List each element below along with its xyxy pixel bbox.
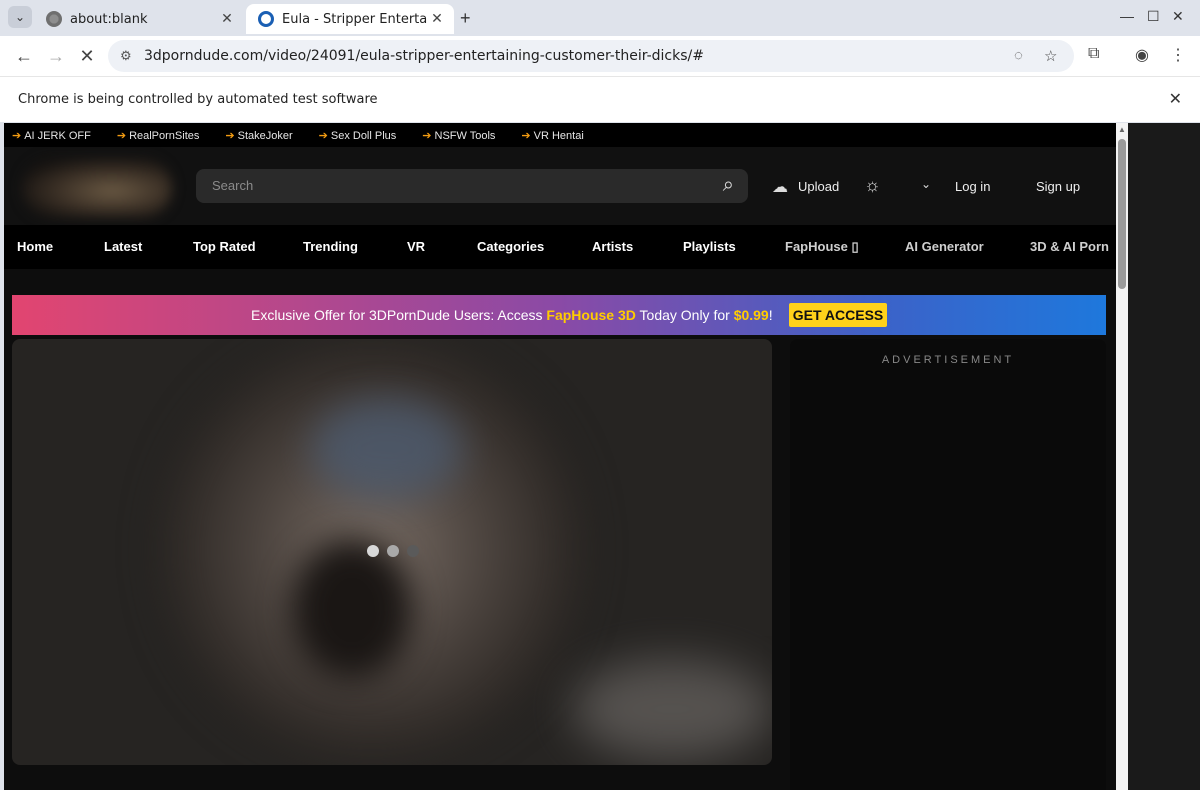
top-link[interactable]: ➔ RealPornSites (117, 129, 200, 142)
search-icon[interactable]: ⌕ (723, 174, 734, 197)
top-link[interactable]: ➔ AI JERK OFF (12, 129, 91, 142)
extensions-icon[interactable]: ⧉ (1088, 45, 1099, 63)
top-links-bar: ➔ AI JERK OFF ➔ RealPornSites ➔ StakeJoker … (4, 123, 1116, 147)
tab-search-button[interactable]: ⌄ (8, 6, 32, 28)
video-player[interactable] (12, 339, 772, 765)
arrow-icon: ➔ (318, 129, 328, 142)
close-tab-icon[interactable]: ✕ (428, 11, 446, 27)
nav-ai-generator[interactable]: AI Generator (905, 239, 984, 254)
arrow-icon: ➔ (422, 129, 432, 142)
site-logo[interactable] (22, 159, 172, 217)
promo-middle: Today Only for (635, 307, 734, 323)
loading-dot (387, 545, 399, 557)
site-info-icon[interactable]: ⚙ (120, 48, 132, 64)
tab-title: Eula - Stripper Entertaining (282, 11, 428, 27)
promo-text: Exclusive Offer for 3DPornDude Users: Ac… (251, 307, 773, 323)
promo-prefix: Exclusive Offer for 3DPornDude Users: Ac… (251, 307, 547, 323)
scrollbar-thumb[interactable] (1118, 139, 1126, 289)
top-link-label: VR Hentai (533, 129, 584, 142)
globe-icon (46, 11, 62, 27)
get-access-button[interactable]: GET ACCESS (789, 303, 887, 327)
loading-dot (367, 545, 379, 557)
tab-about-blank[interactable]: about:blank ✕ (34, 4, 244, 34)
back-icon[interactable]: ← (12, 46, 36, 66)
nav-artists[interactable]: Artists (592, 239, 633, 254)
address-bar[interactable]: ⚙ 3dporndude.com/video/24091/eula-stripp… (108, 40, 1074, 72)
top-link-label: RealPornSites (129, 129, 200, 142)
url-text[interactable]: 3dporndude.com/video/24091/eula-stripper… (144, 48, 704, 64)
arrow-icon: ➔ (12, 129, 22, 142)
video-thumbnail-blur (572, 659, 772, 759)
tab-strip: ⌄ about:blank ✕ Eula - Stripper Entertai… (0, 0, 1200, 36)
loading-dot (407, 545, 419, 557)
search-input[interactable]: Search ⌕ (196, 169, 748, 203)
eye-slash-icon[interactable]: ◌ (1014, 47, 1023, 64)
nav-top-rated[interactable]: Top Rated (193, 239, 256, 254)
video-thumbnail-blur (292, 539, 412, 679)
page-scrollbar[interactable]: ▲ (1116, 123, 1128, 790)
automation-infobar: Chrome is being controlled by automated … (0, 76, 1200, 122)
top-link-label: StakeJoker (237, 129, 293, 142)
search-placeholder: Search (212, 178, 254, 193)
close-infobar-icon[interactable]: ✕ (1169, 89, 1182, 109)
page-viewport: ➔ AI JERK OFF ➔ RealPornSites ➔ StakeJoker … (4, 123, 1116, 790)
site-header: Search ⌕ ☁ Upload ☼ ⌄ Log in Sign up (4, 147, 1116, 225)
loading-favicon-icon (258, 11, 274, 27)
nav-trending[interactable]: Trending (303, 239, 358, 254)
close-tab-icon[interactable]: ✕ (218, 11, 236, 27)
minimize-icon[interactable]: — (1120, 8, 1134, 24)
promo-suffix: ! (768, 307, 773, 323)
advertisement-label: ADVERTISEMENT (881, 354, 1015, 366)
forward-icon[interactable]: → (44, 46, 68, 66)
nav-home[interactable]: Home (17, 239, 53, 254)
top-link-label: NSFW Tools (434, 129, 496, 142)
advertisement-box: ADVERTISEMENT (790, 339, 1106, 790)
nav-faphouse[interactable]: FapHouse ▯ (785, 239, 859, 255)
stop-loading-icon[interactable]: ✕ (75, 46, 99, 66)
main-nav: Home Latest Top Rated Trending VR Catego… (4, 225, 1116, 269)
video-thumbnail-blur (312, 399, 462, 499)
new-tab-button[interactable]: + (460, 8, 471, 29)
theme-toggle-icon[interactable]: ☼ (864, 175, 881, 196)
login-link[interactable]: Log in (955, 179, 990, 194)
scroll-up-icon[interactable]: ▲ (1118, 125, 1126, 134)
chevron-down-icon[interactable]: ⌄ (921, 177, 931, 191)
loading-indicator (367, 545, 419, 557)
maximize-icon[interactable]: ☐ (1147, 8, 1160, 25)
profile-icon[interactable]: ◉ (1135, 45, 1149, 65)
more-menu-icon[interactable]: ⋮ (1170, 45, 1186, 65)
close-window-icon[interactable]: ✕ (1172, 8, 1184, 25)
tab-title: about:blank (70, 11, 148, 27)
nav-3d-ai[interactable]: 3D & AI Porn (1030, 239, 1109, 254)
chevron-down-icon: ⌄ (14, 10, 26, 24)
bookmark-star-icon[interactable]: ☆ (1044, 47, 1057, 65)
top-link-label: AI JERK OFF (24, 129, 91, 142)
top-link-label: Sex Doll Plus (330, 129, 397, 142)
top-link[interactable]: ➔ VR Hentai (521, 129, 583, 142)
infobar-message: Chrome is being controlled by automated … (18, 92, 378, 107)
nav-latest[interactable]: Latest (104, 239, 142, 254)
upload-button[interactable]: Upload (798, 179, 839, 194)
promo-price: $0.99 (733, 307, 769, 323)
promo-banner[interactable]: Exclusive Offer for 3DPornDude Users: Ac… (12, 295, 1106, 335)
top-link[interactable]: ➔ Sex Doll Plus (319, 129, 397, 142)
arrow-icon: ➔ (225, 129, 235, 142)
upload-cloud-icon[interactable]: ☁ (772, 177, 788, 197)
arrow-icon: ➔ (521, 129, 531, 142)
nav-vr[interactable]: VR (407, 239, 425, 254)
browser-toolbar: ← → ✕ ⚙ 3dporndude.com/video/24091/eula-… (0, 36, 1200, 76)
top-link[interactable]: ➔ StakeJoker (225, 129, 292, 142)
nav-playlists[interactable]: Playlists (683, 239, 736, 254)
promo-brand: FapHouse 3D (546, 307, 636, 323)
nav-categories[interactable]: Categories (477, 239, 544, 254)
top-link[interactable]: ➔ NSFW Tools (422, 129, 495, 142)
arrow-icon: ➔ (116, 129, 127, 142)
browser-window: ⌄ about:blank ✕ Eula - Stripper Entertai… (0, 0, 1200, 790)
signup-link[interactable]: Sign up (1036, 179, 1080, 194)
right-side-panel (1128, 123, 1200, 790)
tab-active-video[interactable]: Eula - Stripper Entertaining ✕ (246, 4, 454, 34)
